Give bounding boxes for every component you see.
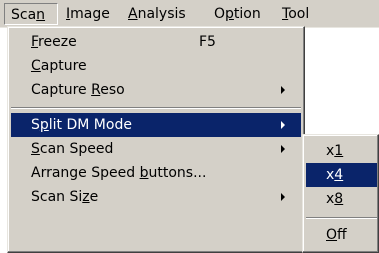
split-dm-submenu: x1 x4 x8 Off: [302, 134, 379, 253]
item-mnemonic: O: [326, 227, 338, 243]
menu-item-capture[interactable]: Capture: [11, 54, 301, 78]
menu-scan-mnemonic: n: [36, 7, 46, 23]
menu-item-scan-size[interactable]: Scan Size: [11, 185, 301, 209]
menu-separator: [306, 217, 377, 219]
item-text: ff: [337, 227, 347, 243]
shortcut-label: F5: [199, 34, 216, 50]
menu-image-label-rest: mage: [70, 6, 110, 22]
submenu-arrow-icon: [281, 145, 285, 153]
menu-tool-label-rest: ool: [288, 6, 310, 22]
menu-item-capture-reso[interactable]: Capture Reso: [11, 78, 301, 102]
menu-item-split-dm-mode[interactable]: Split DM Mode: [11, 113, 301, 137]
submenu-arrow-icon: [281, 193, 285, 201]
menu-item-arrange-speed-buttons[interactable]: Arrange Speed buttons...: [11, 161, 301, 185]
menu-option-label-b: tion: [233, 6, 261, 22]
menu-option-label-a: O: [214, 6, 226, 22]
item-text: e: [89, 189, 99, 205]
submenu-arrow-icon: [281, 86, 285, 94]
item-text: S: [31, 117, 40, 133]
item-mnemonic: p: [39, 117, 49, 133]
item-text: uttons...: [148, 165, 207, 181]
submenu-item-x1[interactable]: x1: [306, 139, 377, 163]
item-mnemonic: 8: [334, 191, 344, 207]
scan-menu-dropdown: Freeze F5 Capture Capture Reso Split DM …: [7, 26, 305, 253]
menu-separator: [11, 107, 301, 109]
menu-analysis[interactable]: Analysis: [122, 3, 192, 25]
menu-option[interactable]: Option: [208, 3, 267, 25]
item-mnemonic: C: [31, 58, 41, 74]
menu-scan-label-a: Sca: [11, 7, 37, 23]
menu-analysis-mnemonic: A: [128, 6, 138, 22]
item-mnemonic: R: [91, 82, 101, 98]
menu-analysis-label-rest: nalysis: [137, 6, 186, 22]
submenu-item-off[interactable]: Off: [306, 223, 377, 247]
item-mnemonic: S: [31, 141, 40, 157]
menu-option-mnemonic: p: [225, 6, 234, 22]
item-mnemonic: 4: [334, 167, 344, 183]
item-text: apture: [40, 58, 87, 74]
menu-item-scan-speed[interactable]: Scan Speed: [11, 137, 301, 161]
item-text: eso: [100, 82, 125, 98]
menu-scan[interactable]: Scan: [4, 3, 58, 25]
item-text: Scan Si: [31, 189, 83, 205]
item-text: lit DM Mode: [48, 117, 132, 133]
submenu-item-x8[interactable]: x8: [306, 187, 377, 211]
submenu-item-x4[interactable]: x4: [306, 163, 377, 187]
menu-bar: Scan Image Analysis Option Tool: [0, 0, 379, 28]
menu-tool[interactable]: Tool: [276, 3, 315, 25]
item-mnemonic: 1: [334, 143, 344, 159]
app-window: Scan Image Analysis Option Tool Freeze F…: [0, 0, 379, 253]
menu-item-freeze[interactable]: Freeze F5: [11, 30, 301, 54]
item-text: Capture: [31, 82, 92, 98]
item-mnemonic: z: [82, 189, 90, 205]
item-text: Arrange Speed: [31, 165, 140, 181]
item-text: reeze: [38, 34, 77, 50]
submenu-arrow-icon: [281, 121, 285, 129]
menu-image[interactable]: Image: [60, 3, 116, 25]
window-edge: [0, 28, 2, 253]
item-mnemonic: F: [31, 34, 39, 50]
item-text: can Speed: [39, 141, 114, 157]
